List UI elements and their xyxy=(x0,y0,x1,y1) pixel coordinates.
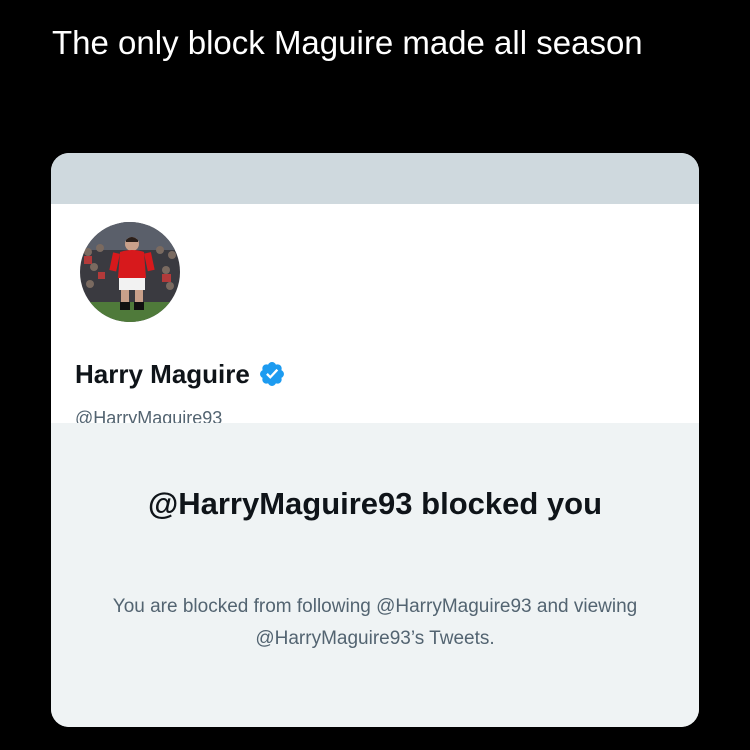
blocked-notice: @HarryMaguire93 blocked you You are bloc… xyxy=(51,423,699,727)
profile-card: Harry Maguire @HarryMaguire93 @HarryMagu… xyxy=(51,153,699,727)
post-caption: The only block Maguire made all season xyxy=(52,24,643,61)
profile-name-row: Harry Maguire xyxy=(75,354,286,394)
profile-banner xyxy=(51,153,699,204)
avatar-photo xyxy=(80,222,180,322)
profile-name: Harry Maguire xyxy=(75,358,250,389)
blocked-description: You are blocked from following @HarryMag… xyxy=(112,596,638,649)
verified-badge-icon xyxy=(258,360,286,388)
blocked-title: @HarryMaguire93 blocked you xyxy=(147,486,603,521)
avatar[interactable] xyxy=(75,217,185,327)
